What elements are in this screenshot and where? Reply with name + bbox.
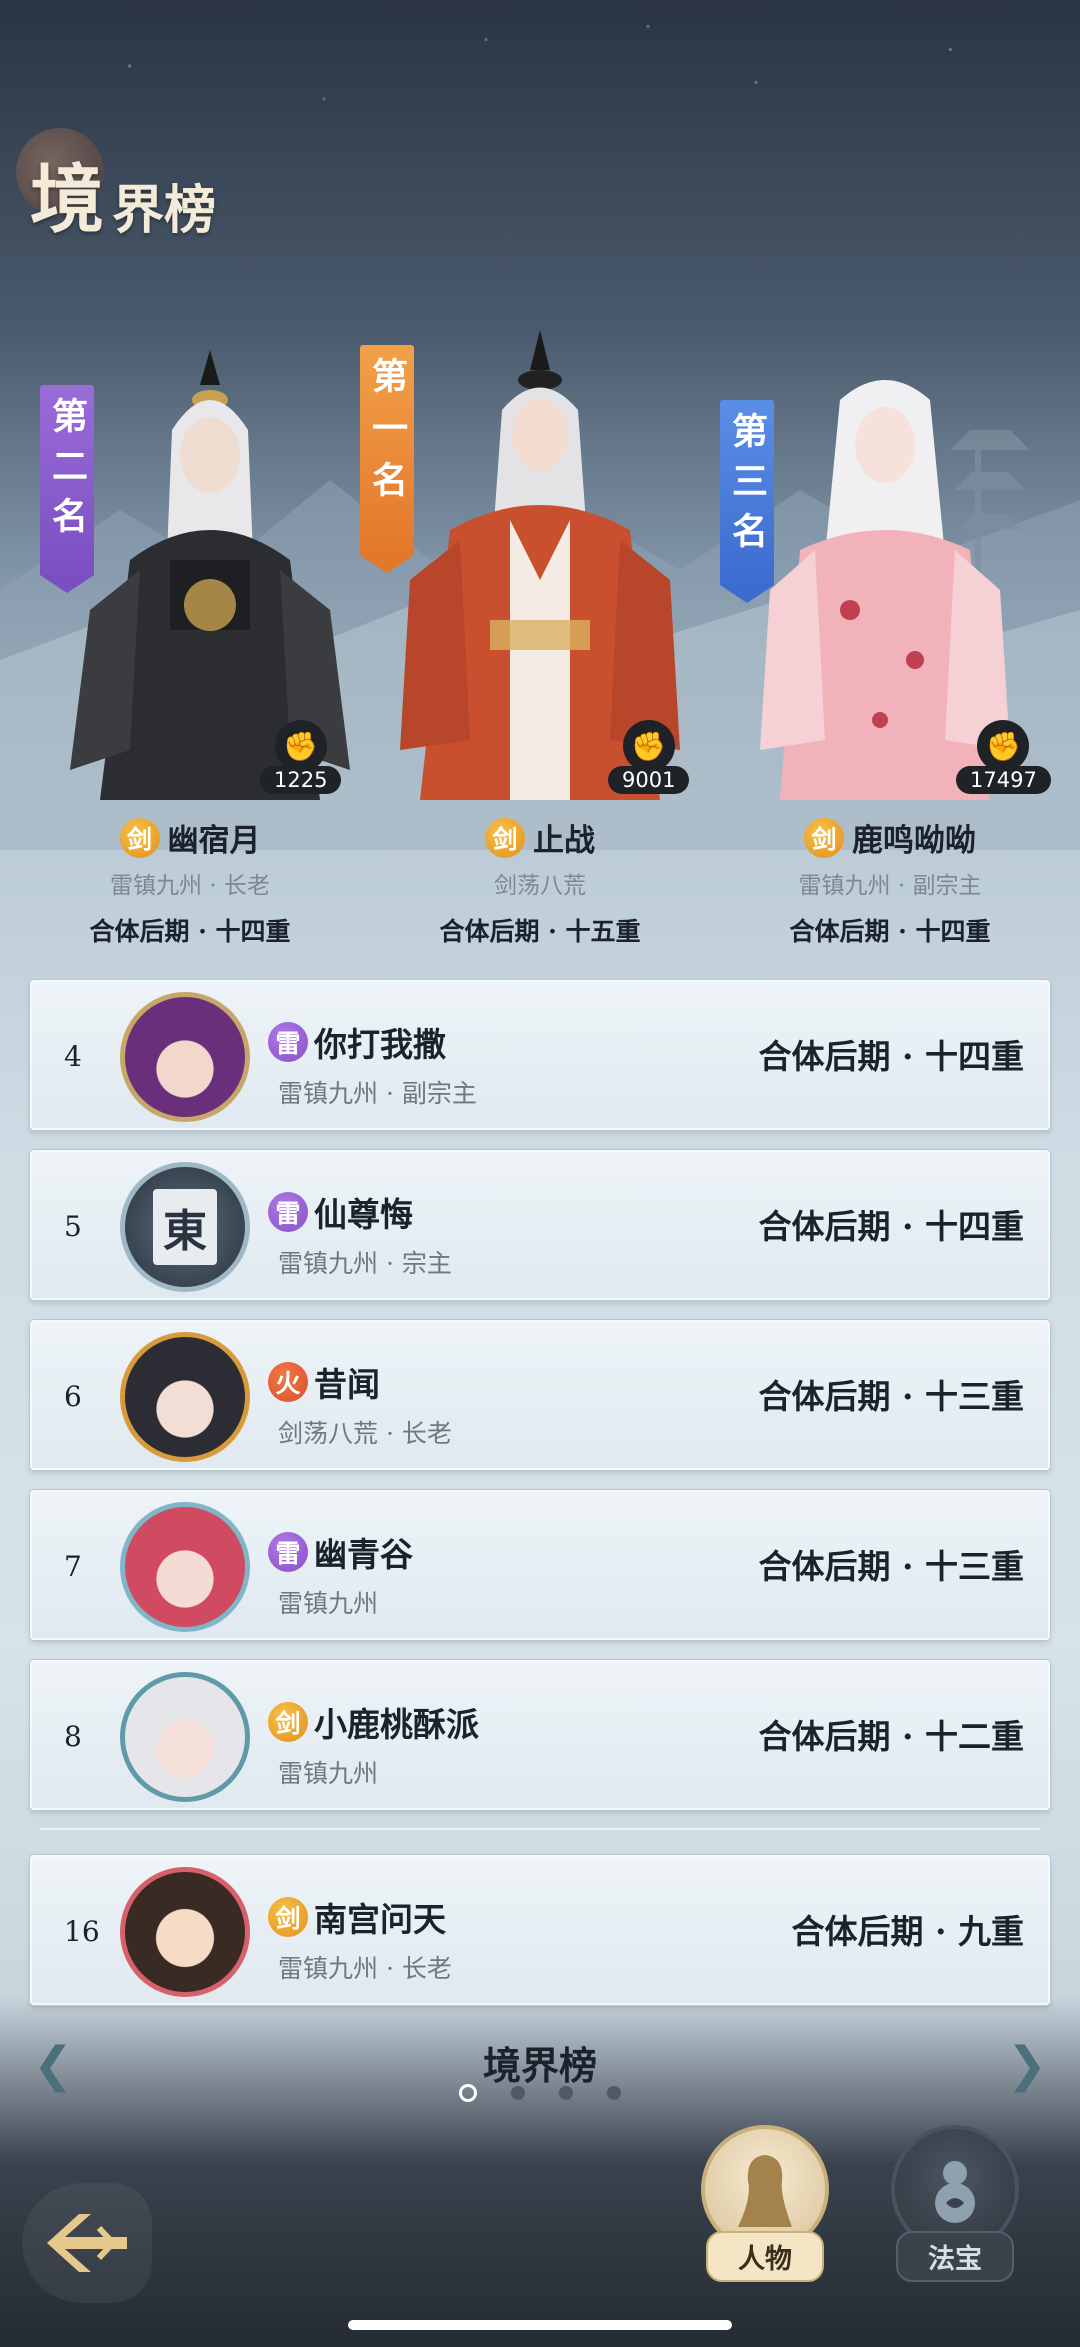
podium-name: 幽宿月	[167, 823, 261, 859]
page-title: 境 界榜	[16, 128, 217, 247]
player-avatar[interactable]: 東	[120, 1162, 250, 1292]
page-dot[interactable]	[607, 2086, 621, 2100]
podium-sect: 雷镇九州 · 副宗主	[798, 873, 982, 899]
page-dot-active[interactable]	[459, 2084, 477, 2102]
tab-character[interactable]: 人物	[690, 2125, 840, 2282]
element-badge-thunder: 雷	[268, 1022, 308, 1062]
ranking-row[interactable]: 5 東 雷 仙尊悔 雷镇九州 · 宗主 合体后期 · 十四重	[30, 1150, 1050, 1300]
tab-label: 法宝	[896, 2231, 1014, 2282]
page-title-first-char: 境	[30, 157, 106, 243]
player-realm: 合体后期 · 十二重	[758, 1717, 1024, 1756]
player-avatar[interactable]	[120, 1502, 250, 1632]
podium-realm: 合体后期 · 十四重	[89, 917, 291, 946]
ranking-row[interactable]: 4 雷 你打我撒 雷镇九州 · 副宗主 合体后期 · 十四重	[30, 980, 1050, 1130]
ranking-row[interactable]: 8 剑 小鹿桃酥派 雷镇九州 合体后期 · 十二重	[30, 1660, 1050, 1810]
podium-realm: 合体后期 · 十四重	[789, 917, 991, 946]
self-ranking-row[interactable]: 16 剑 南宫问天 雷镇九州 · 长老 合体后期 · 九重	[30, 1855, 1050, 2005]
player-name: 昔闻	[314, 1365, 380, 1404]
element-badge-sword: 剑	[485, 817, 525, 858]
element-badge-fire: 火	[268, 1362, 308, 1402]
player-name: 仙尊悔	[314, 1195, 413, 1234]
power-icon: ✊	[977, 720, 1030, 772]
rank-number: 16	[64, 1915, 100, 1948]
ranking-row[interactable]: 6 火 昔闻 剑荡八荒 · 长老 合体后期 · 十三重	[30, 1320, 1050, 1470]
list-divider	[40, 1828, 1040, 1830]
player-avatar[interactable]	[120, 1867, 250, 1997]
player-avatar[interactable]	[120, 992, 250, 1122]
tab-label: 人物	[706, 2231, 824, 2282]
element-badge-sword: 剑	[119, 817, 160, 858]
rank-banner-second: 第二名	[40, 385, 94, 593]
back-arrow-icon	[47, 2214, 127, 2272]
rank-number: 5	[64, 1210, 82, 1243]
power-badge-third: ✊ 17497	[956, 720, 1051, 794]
power-badge-second: ✊ 1225	[260, 720, 342, 794]
rank-banner-first: 第一名	[360, 345, 414, 573]
player-realm: 合体后期 · 九重	[791, 1912, 1024, 1951]
element-badge-sword: 剑	[804, 817, 844, 858]
page-dot[interactable]	[511, 2086, 525, 2100]
page-title-rest: 界榜	[112, 180, 217, 241]
podium-name: 鹿鸣呦呦	[852, 823, 976, 859]
element-badge-sword: 剑	[268, 1897, 308, 1937]
board-title: 境界榜	[482, 2043, 597, 2088]
home-indicator[interactable]	[348, 2320, 732, 2330]
player-avatar[interactable]	[120, 1672, 250, 1802]
player-sect: 雷镇九州 · 宗主	[278, 1249, 452, 1278]
podium-sect: 雷镇九州 · 长老	[110, 873, 270, 899]
ranking-row[interactable]: 7 雷 幽青谷 雷镇九州 合体后期 · 十三重	[30, 1490, 1050, 1640]
rank-banner-third: 第三名	[720, 400, 774, 603]
player-realm: 合体后期 · 十三重	[758, 1377, 1024, 1416]
player-sect: 雷镇九州 · 副宗主	[278, 1079, 477, 1108]
player-sect: 雷镇九州	[278, 1759, 379, 1788]
page-indicator	[0, 2084, 1080, 2102]
player-name: 南宫问天	[314, 1900, 446, 1939]
element-badge-sword: 剑	[268, 1702, 308, 1742]
podium-name: 止战	[533, 823, 595, 859]
player-sect: 雷镇九州 · 长老	[278, 1954, 452, 1983]
power-icon: ✊	[274, 720, 327, 772]
rank-number: 4	[64, 1040, 82, 1073]
tab-treasure[interactable]: 法宝	[880, 2125, 1030, 2282]
avatar-tile-glyph: 東	[153, 1189, 217, 1265]
rank-number: 6	[64, 1380, 82, 1413]
player-name: 幽青谷	[314, 1535, 413, 1574]
player-realm: 合体后期 · 十四重	[758, 1207, 1024, 1246]
player-realm: 合体后期 · 十四重	[758, 1037, 1024, 1076]
player-realm: 合体后期 · 十三重	[758, 1547, 1024, 1586]
player-sect: 剑荡八荒 · 长老	[278, 1419, 452, 1448]
player-name: 你打我撒	[314, 1025, 446, 1064]
podium-realm: 合体后期 · 十五重	[439, 917, 641, 946]
element-badge-thunder: 雷	[268, 1192, 308, 1232]
page-dot[interactable]	[559, 2086, 573, 2100]
element-badge-thunder: 雷	[268, 1532, 308, 1572]
player-sect: 雷镇九州	[278, 1589, 379, 1618]
rank-number: 7	[64, 1550, 82, 1583]
rank-number: 8	[64, 1720, 82, 1753]
player-avatar[interactable]	[120, 1332, 250, 1462]
podium-sect: 剑荡八荒	[494, 873, 586, 899]
back-button[interactable]	[22, 2183, 152, 2303]
power-icon: ✊	[622, 720, 675, 772]
power-badge-first: ✊ 9001	[608, 720, 690, 794]
player-name: 小鹿桃酥派	[314, 1705, 479, 1744]
